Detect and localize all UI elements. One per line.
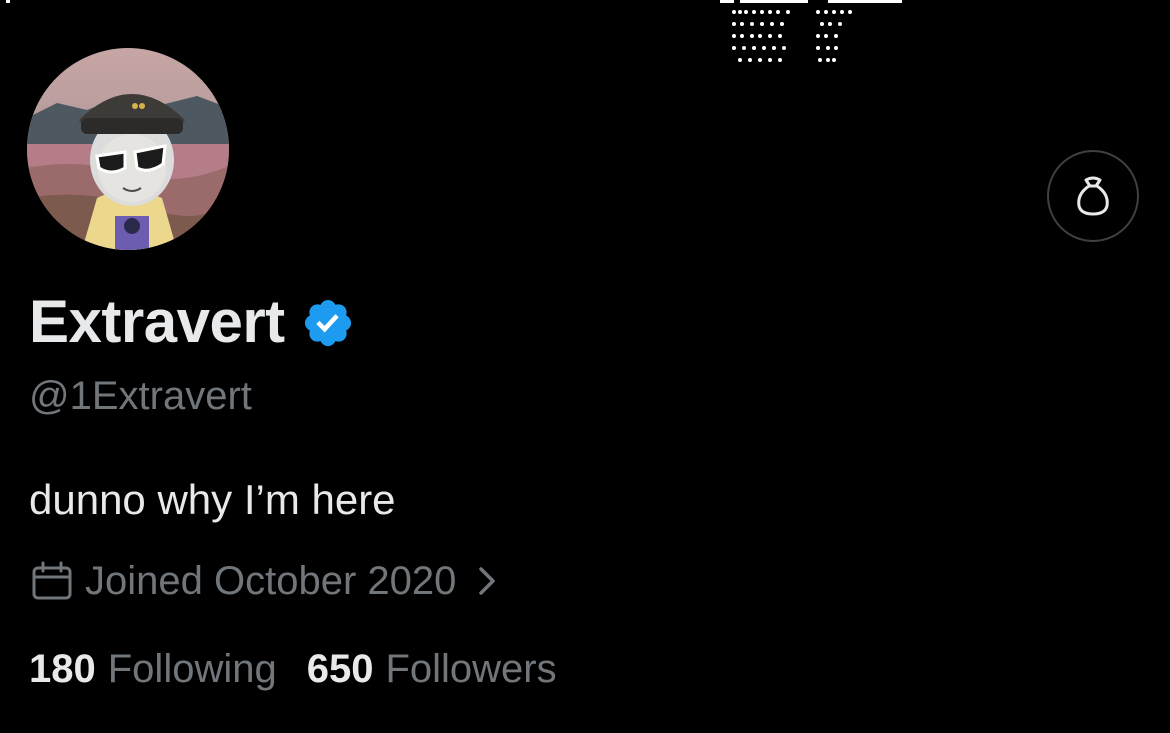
joined-date-text: Joined October 2020 xyxy=(85,558,457,603)
followers-count: 650 xyxy=(306,646,374,691)
avatar[interactable] xyxy=(27,48,229,250)
profile-handle: @1Extravert xyxy=(29,374,252,418)
profile-bio: dunno why I’m here xyxy=(29,476,396,523)
followers-stat[interactable]: 650 Followers xyxy=(307,647,557,692)
banner-edge xyxy=(6,0,10,3)
calendar-icon xyxy=(32,561,72,600)
banner-image xyxy=(720,0,902,62)
name-row: Extravert xyxy=(29,286,355,356)
display-name: Extravert xyxy=(29,287,285,355)
following-count: 180 xyxy=(29,646,96,691)
following-stat[interactable]: 180 Following xyxy=(29,647,277,692)
followers-label: Followers xyxy=(385,646,557,691)
verified-badge-icon[interactable] xyxy=(301,296,355,350)
joined-date-row[interactable]: Joined October 2020 xyxy=(31,556,500,606)
bag-icon xyxy=(1077,176,1109,216)
bag-button[interactable] xyxy=(1047,150,1139,242)
following-label: Following xyxy=(107,646,277,691)
follow-stats: 180 Following 650 Followers xyxy=(29,642,557,696)
chevron-right-icon xyxy=(479,567,496,595)
